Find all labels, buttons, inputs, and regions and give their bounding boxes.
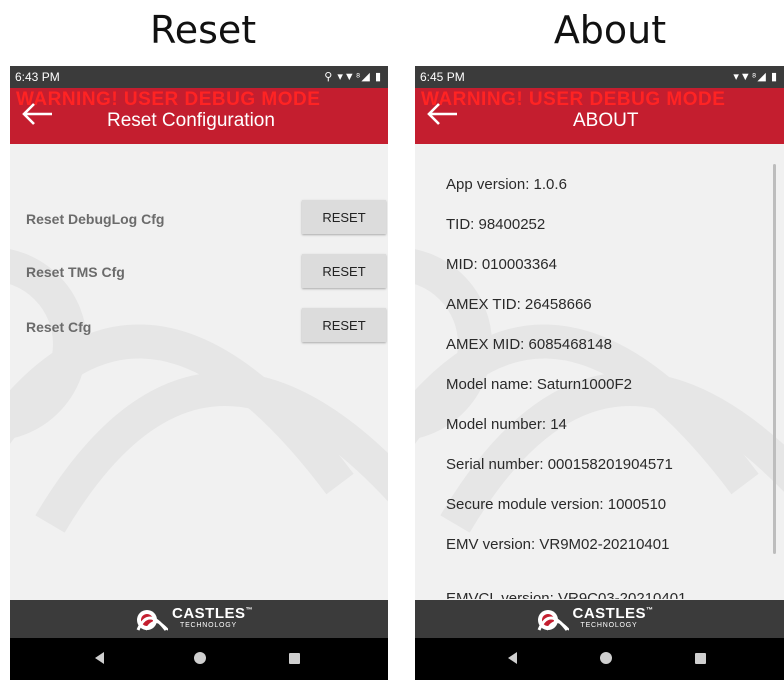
nav-back-icon[interactable] (508, 652, 517, 664)
info-serial-number: Serial number: 000158201904571 (446, 456, 673, 473)
nav-recent-icon[interactable] (695, 653, 706, 664)
caption-reset: Reset (150, 8, 257, 52)
castles-logo-icon (136, 610, 168, 631)
brand-subtitle: TECHNOLOGY (180, 622, 238, 629)
navigation-bar (415, 638, 784, 680)
navigation-bar (10, 638, 388, 680)
nav-back-icon[interactable] (95, 652, 104, 664)
info-app-version: App version: 1.0.6 (446, 176, 567, 193)
debug-warning-banner: WARNING! USER DEBUG MODE (16, 89, 321, 110)
row-label-tms: Reset TMS Cfg (26, 264, 125, 280)
info-amex-mid: AMEX MID: 6085468148 (446, 336, 612, 353)
page-title: ABOUT (573, 110, 639, 131)
status-time: 6:43 PM (15, 70, 60, 84)
reset-tms-button[interactable]: RESET (302, 254, 386, 288)
nav-home-icon[interactable] (194, 652, 206, 664)
trademark: ™ (646, 607, 654, 614)
castles-logo: CASTLES™ TECHNOLOGY (134, 604, 264, 634)
info-mid: MID: 010003364 (446, 256, 557, 273)
info-emv-version: EMV version: VR9M02-20210401 (446, 536, 670, 553)
caption-about: About (553, 8, 667, 52)
scrollbar[interactable] (773, 164, 776, 554)
arrow-left-icon[interactable] (22, 102, 54, 132)
info-secure-module-version: Secure module version: 1000510 (446, 496, 667, 513)
about-screen: 6:45 PM ▾▼⁸◢ ▮ WARNING! USER DEBUG MODE … (415, 66, 784, 680)
castles-logo: CASTLES™ TECHNOLOGY (535, 604, 665, 634)
status-icons: ▾▼⁸◢ ▮ (733, 71, 778, 83)
info-amex-tid: AMEX TID: 26458666 (446, 296, 592, 313)
row-label-cfg: Reset Cfg (26, 319, 92, 335)
brand-name: CASTLES (572, 605, 647, 622)
status-bar: 6:45 PM ▾▼⁸◢ ▮ (415, 66, 784, 88)
trademark: ™ (245, 607, 254, 614)
status-bar: 6:43 PM ⚲ ▾▼⁸◢ ▮ (10, 66, 388, 88)
reset-debuglog-button[interactable]: RESET (302, 200, 386, 234)
row-label-debuglog: Reset DebugLog Cfg (26, 211, 165, 227)
info-model-name: Model name: Saturn1000F2 (446, 376, 632, 393)
brand-name: CASTLES (172, 605, 246, 622)
reset-content: Reset DebugLog Cfg RESET Reset TMS Cfg R… (10, 144, 388, 600)
app-bar: WARNING! USER DEBUG MODE ABOUT (415, 88, 784, 144)
reset-cfg-button[interactable]: RESET (302, 308, 386, 342)
debug-warning-banner: WARNING! USER DEBUG MODE (421, 89, 726, 110)
nav-home-icon[interactable] (600, 652, 612, 664)
footer: CASTLES™ TECHNOLOGY (415, 600, 784, 638)
about-content: App version: 1.0.6 TID: 98400252 MID: 01… (415, 144, 784, 600)
brand-subtitle: TECHNOLOGY (580, 622, 638, 629)
info-tid: TID: 98400252 (446, 216, 546, 233)
status-time: 6:45 PM (420, 70, 465, 84)
page-title: Reset Configuration (107, 110, 275, 131)
status-icons: ⚲ ▾▼⁸◢ ▮ (324, 71, 382, 83)
nav-recent-icon[interactable] (289, 653, 300, 664)
app-bar: WARNING! USER DEBUG MODE Reset Configura… (10, 88, 388, 144)
arrow-left-icon[interactable] (427, 102, 459, 132)
footer: CASTLES™ TECHNOLOGY (10, 600, 388, 638)
info-emvcl-version: EMVCL version: VR9C03-20210401 (446, 590, 687, 599)
reset-screen: 6:43 PM ⚲ ▾▼⁸◢ ▮ WARNING! USER DEBUG MOD… (10, 66, 388, 680)
castles-logo-icon (537, 610, 569, 631)
info-model-number: Model number: 14 (446, 416, 567, 433)
background-watermark (415, 249, 784, 533)
